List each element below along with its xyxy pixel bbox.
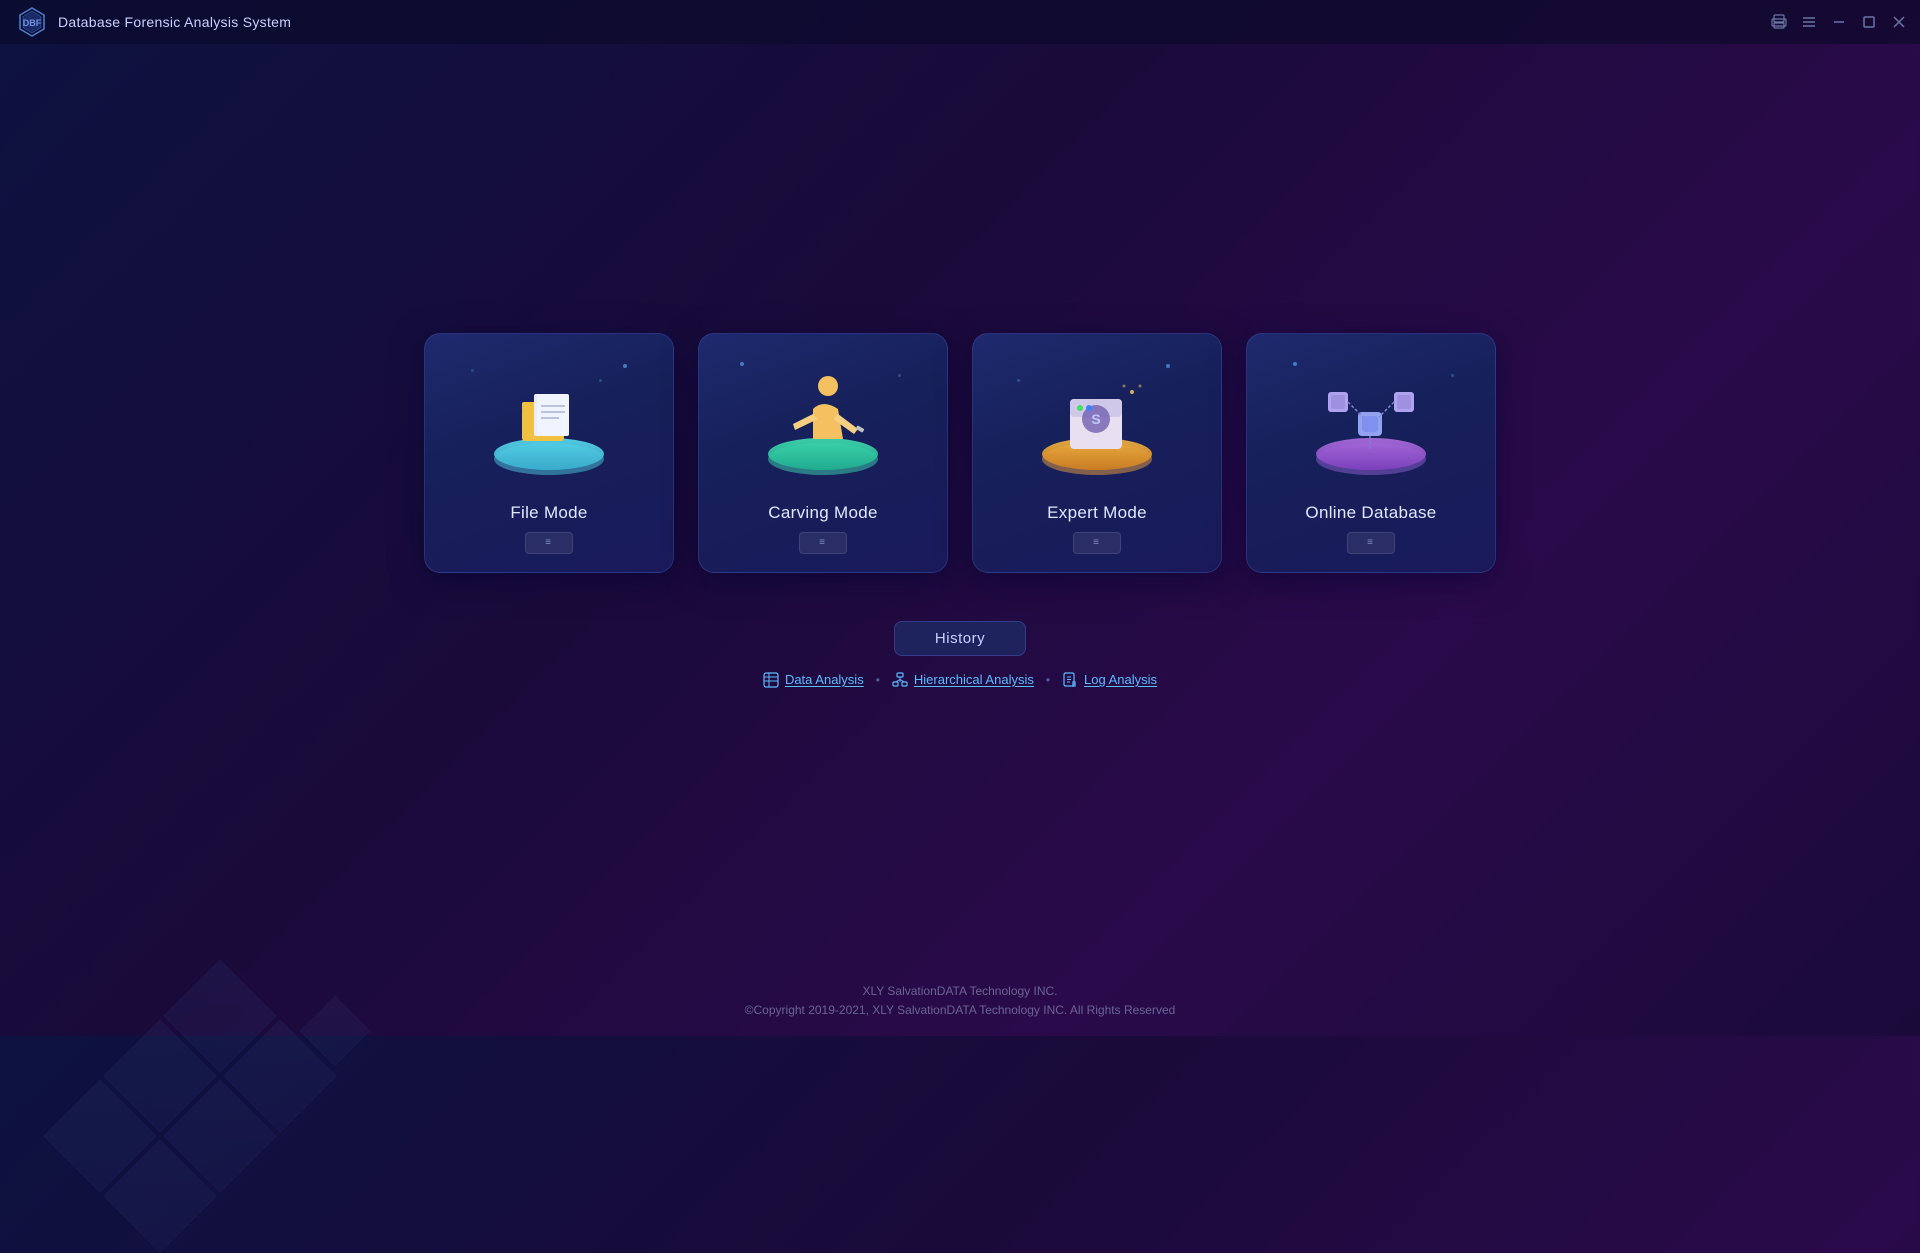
print-button[interactable]	[1770, 13, 1788, 31]
app-logo: DBF	[16, 6, 48, 38]
menu-button[interactable]	[1800, 13, 1818, 31]
file-mode-card[interactable]: File Mode ≡	[424, 333, 674, 573]
log-icon	[1062, 672, 1078, 688]
titlebar-controls	[1770, 13, 1908, 31]
hierarchy-icon	[892, 672, 908, 688]
footer-line2: ©Copyright 2019-2021, XLY SalvationDATA …	[0, 1001, 1920, 1020]
svg-text:S: S	[1091, 411, 1100, 427]
carving-mode-card[interactable]: Carving Mode ≡	[698, 333, 948, 573]
separator-1: •	[876, 673, 880, 687]
close-button[interactable]	[1890, 13, 1908, 31]
main-content: File Mode ≡	[0, 44, 1920, 1036]
online-database-menu[interactable]: ≡	[1347, 532, 1395, 554]
file-mode-menu[interactable]: ≡	[525, 532, 573, 554]
footer: XLY SalvationDATA Technology INC. ©Copyr…	[0, 982, 1920, 1020]
carving-mode-label: Carving Mode	[768, 503, 877, 523]
history-links: Data Analysis • Hierarchical Analysis •	[763, 672, 1157, 688]
expert-mode-label: Expert Mode	[1047, 503, 1147, 523]
expert-mode-menu[interactable]: ≡	[1073, 532, 1121, 554]
online-database-label: Online Database	[1305, 503, 1436, 523]
carving-mode-menu[interactable]: ≡	[799, 532, 847, 554]
carving-mode-icon-area	[715, 354, 931, 494]
history-section: History Data Analysis •	[763, 621, 1157, 688]
svg-text:DBF: DBF	[23, 18, 42, 28]
titlebar: DBF Database Forensic Analysis System	[0, 0, 1920, 44]
online-db-icon-area	[1263, 354, 1479, 494]
file-mode-icon-area	[441, 354, 657, 494]
online-database-card[interactable]: Online Database ≡	[1246, 333, 1496, 573]
expert-mode-card[interactable]: S Expert Mode	[972, 333, 1222, 573]
history-button[interactable]: History	[894, 621, 1026, 656]
file-mode-label: File Mode	[510, 503, 587, 523]
log-analysis-link[interactable]: Log Analysis	[1062, 672, 1157, 688]
table-icon	[763, 672, 779, 688]
footer-line1: XLY SalvationDATA Technology INC.	[0, 982, 1920, 1001]
separator-2: •	[1046, 673, 1050, 687]
app-title: Database Forensic Analysis System	[58, 14, 291, 30]
mode-cards-row: File Mode ≡	[424, 333, 1496, 573]
minimize-button[interactable]	[1830, 13, 1848, 31]
expert-mode-icon-area: S	[989, 354, 1205, 494]
maximize-button[interactable]	[1860, 13, 1878, 31]
hierarchical-analysis-link[interactable]: Hierarchical Analysis	[892, 672, 1034, 688]
data-analysis-link[interactable]: Data Analysis	[763, 672, 864, 688]
